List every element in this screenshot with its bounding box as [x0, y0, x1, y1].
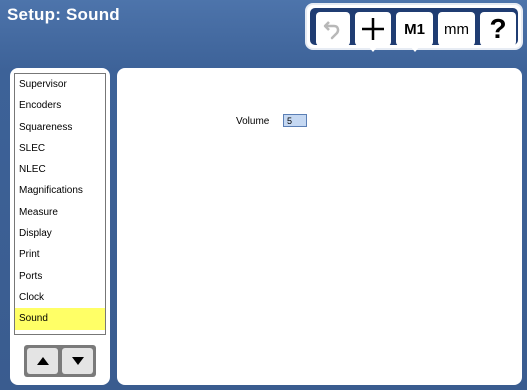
scroll-up-button[interactable] — [27, 348, 58, 374]
m1-button[interactable]: M1 — [396, 12, 433, 52]
menu-item-print[interactable]: Print — [15, 244, 105, 265]
setup-menu-panel: Supervisor Encoders Squareness SLEC NLEC… — [10, 68, 110, 385]
undo-arrow-icon — [323, 21, 340, 40]
menu-scroll-buttons — [24, 345, 96, 377]
setup-menu-list: Supervisor Encoders Squareness SLEC NLEC… — [14, 73, 106, 335]
help-button[interactable]: ? — [480, 12, 516, 46]
volume-field[interactable]: 5 — [283, 114, 307, 127]
units-button[interactable]: mm — [438, 12, 475, 46]
menu-item-magnifications[interactable]: Magnifications — [15, 180, 105, 201]
add-feature-button[interactable] — [355, 12, 391, 52]
help-label: ? — [489, 13, 507, 44]
menu-item-measure[interactable]: Measure — [15, 202, 105, 223]
menu-item-slec[interactable]: SLEC — [15, 138, 105, 159]
toolbar: M1 mm ? — [305, 3, 523, 52]
undo-button[interactable] — [316, 12, 350, 46]
menu-item-supervisor[interactable]: Supervisor — [15, 74, 105, 95]
menu-item-display[interactable]: Display — [15, 223, 105, 244]
menu-item-clock[interactable]: Clock — [15, 287, 105, 308]
menu-item-ports[interactable]: Ports — [15, 266, 105, 287]
menu-item-sound[interactable]: Sound — [15, 308, 105, 330]
m1-label: M1 — [404, 20, 425, 38]
toolbar-background: M1 mm ? — [310, 8, 518, 52]
menu-item-encoders[interactable]: Encoders — [15, 95, 105, 116]
settings-panel: Volume 5 — [117, 68, 522, 385]
volume-label: Volume — [236, 116, 270, 127]
menu-item-squareness[interactable]: Squareness — [15, 117, 105, 138]
menu-item-nlec[interactable]: NLEC — [15, 159, 105, 180]
plus-icon — [362, 18, 384, 40]
triangle-up-icon — [36, 357, 49, 365]
units-label: mm — [444, 20, 469, 38]
page-title: Setup: Sound — [7, 5, 120, 24]
setup-screen: Setup: Sound M1 mm ? Supervisor Encoders… — [0, 0, 527, 390]
triangle-down-icon — [71, 357, 84, 365]
scroll-down-button[interactable] — [62, 348, 93, 374]
